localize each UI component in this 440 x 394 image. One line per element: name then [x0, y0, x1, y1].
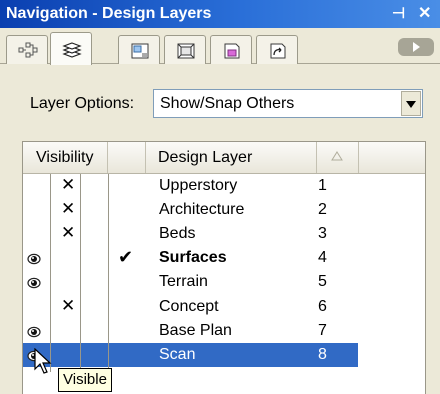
design-layer-list: Visibility Design Layer ✕ Upperstory 1 ✕ Arc…: [22, 141, 426, 394]
table-row[interactable]: ✕ Architecture 2: [23, 198, 358, 222]
tab-design-layers[interactable]: [50, 32, 92, 65]
table-row[interactable]: Base Plan 7: [23, 319, 358, 343]
design-layers-tab-icon: [62, 42, 82, 58]
navigation-palette: Navigation - Design Layers ⊣ ✕ Layer Opt…: [0, 0, 440, 394]
layer-name: Beds: [159, 225, 196, 243]
layer-name: Base Plan: [159, 321, 232, 339]
invisible-x-icon[interactable]: ✕: [61, 175, 75, 195]
layer-options-value: Show/Snap Others: [160, 95, 295, 112]
eye-icon[interactable]: [27, 276, 41, 294]
table-row[interactable]: Scan 8: [23, 342, 358, 367]
tab-sheet-layers[interactable]: [118, 35, 160, 64]
column-divider: [108, 174, 109, 372]
layer-name: Architecture: [159, 201, 245, 219]
layer-options-label: Layer Options:: [30, 95, 135, 112]
layer-name: Concept: [159, 297, 219, 315]
invisible-x-icon[interactable]: ✕: [61, 199, 75, 219]
close-icon[interactable]: ✕: [418, 3, 431, 23]
classes-tab-icon: [18, 42, 38, 58]
tab-classes[interactable]: [6, 35, 48, 64]
tab-saved-views[interactable]: [210, 35, 252, 64]
stacking-order: 1: [318, 177, 327, 194]
table-row[interactable]: ✕ Concept 6: [23, 295, 358, 319]
eye-icon[interactable]: [27, 252, 41, 270]
header-stacking-order[interactable]: [317, 142, 359, 173]
stacking-order: 7: [318, 321, 327, 339]
invisible-x-icon[interactable]: ✕: [61, 223, 75, 243]
column-divider: [50, 174, 51, 372]
palette-menu-button[interactable]: [398, 38, 434, 56]
table-row[interactable]: Terrain 5: [23, 270, 358, 294]
saved-views-tab-icon: [224, 43, 240, 59]
invisible-x-icon[interactable]: ✕: [61, 296, 75, 316]
list-header: Visibility Design Layer: [23, 142, 425, 174]
table-row[interactable]: ✔ Surfaces 4: [23, 246, 358, 270]
window-title: Navigation - Design Layers: [6, 5, 212, 22]
tab-referenced-files[interactable]: [256, 35, 298, 64]
tooltip: Visible: [58, 368, 112, 392]
tab-strip: [0, 28, 440, 65]
header-visibility[interactable]: Visibility: [23, 142, 108, 173]
eye-icon[interactable]: [27, 325, 41, 343]
stacking-order: 3: [318, 225, 327, 243]
pin-icon[interactable]: ⊣: [392, 4, 405, 22]
layer-name: Scan: [159, 345, 196, 363]
chevron-down-icon[interactable]: [401, 91, 421, 116]
stacking-order: 5: [318, 273, 327, 291]
layer-options-select[interactable]: Show/Snap Others: [153, 89, 423, 118]
header-design-layer[interactable]: Design Layer: [146, 142, 317, 173]
layer-name: Upperstory: [159, 177, 238, 194]
tab-viewports[interactable]: [164, 35, 206, 64]
stacking-order: 6: [318, 297, 327, 315]
sheet-layers-tab-icon: [131, 43, 149, 59]
checkmark-icon: ✔: [118, 247, 134, 268]
table-row[interactable]: ✕ Upperstory 1: [23, 174, 358, 198]
sort-ascending-icon: [331, 151, 343, 161]
layer-name: Surfaces: [159, 249, 227, 267]
table-row[interactable]: ✕ Beds 3: [23, 222, 358, 246]
title-bar[interactable]: Navigation - Design Layers ⊣ ✕: [0, 0, 440, 28]
header-active[interactable]: [108, 142, 146, 173]
viewports-tab-icon: [177, 43, 195, 59]
stacking-order: 4: [318, 249, 327, 267]
mouse-pointer-icon: [34, 348, 52, 374]
stacking-order: 2: [318, 201, 327, 219]
column-divider: [80, 174, 81, 372]
layer-name: Terrain: [159, 273, 208, 291]
stacking-order: 8: [318, 345, 327, 363]
referenced-files-tab-icon: [270, 43, 286, 59]
